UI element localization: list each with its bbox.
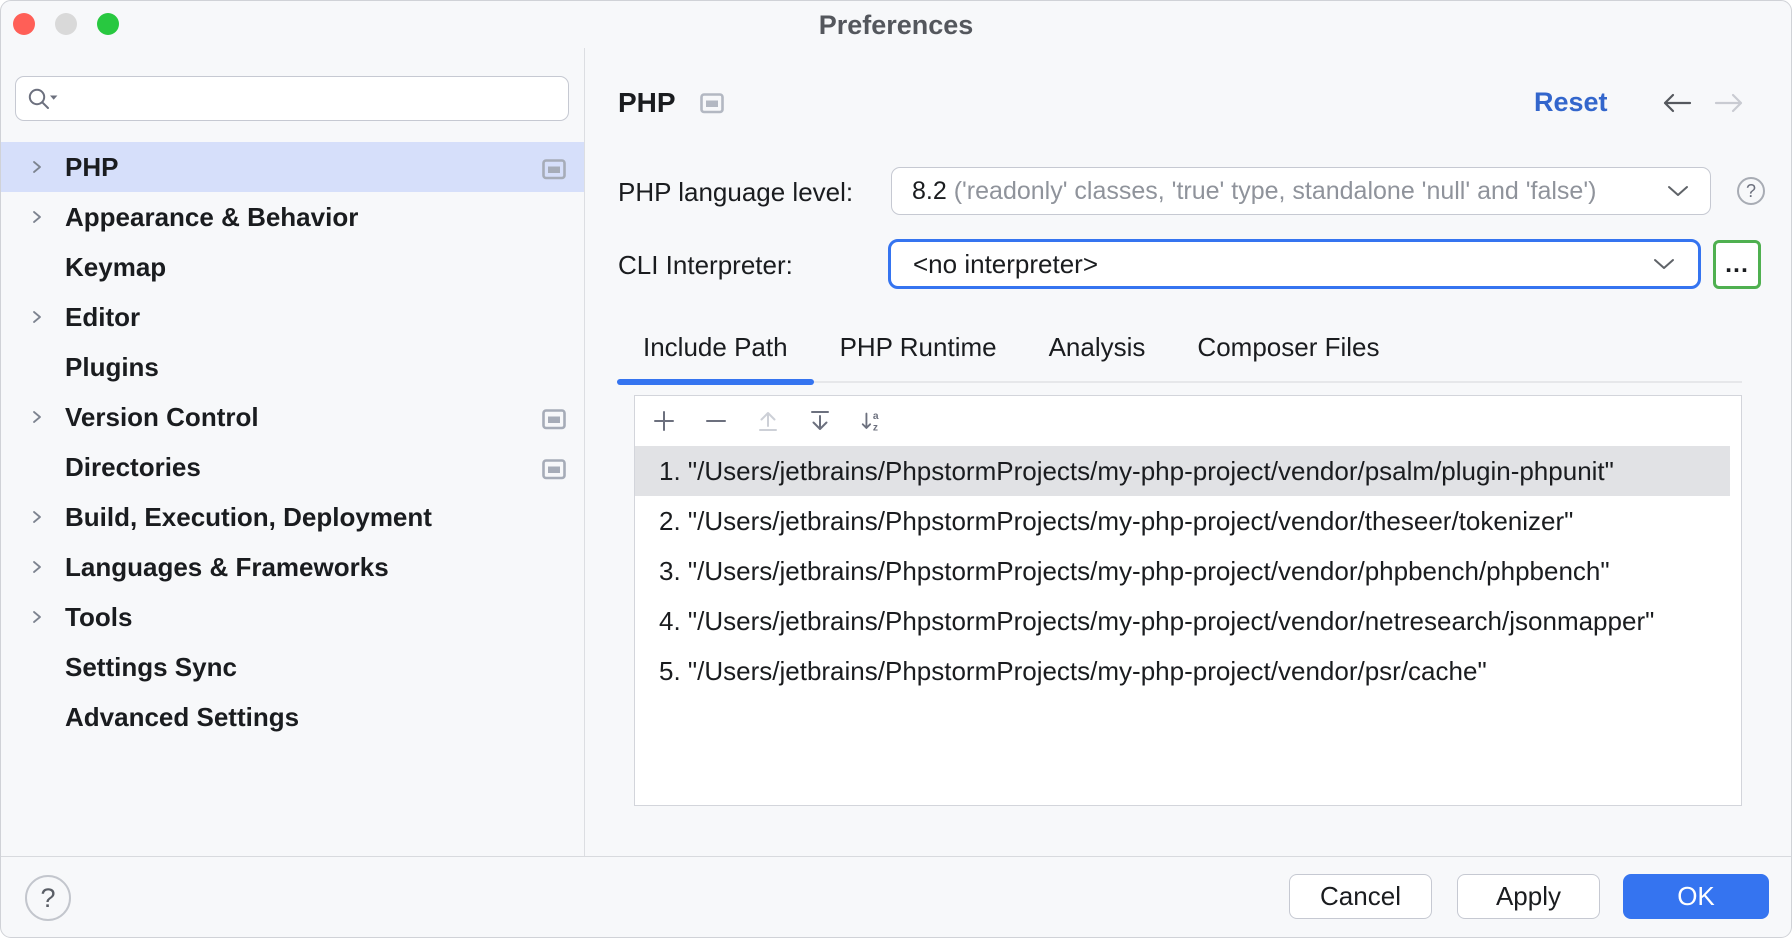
move-up-icon[interactable] bbox=[755, 408, 781, 434]
sidebar-item-advanced-settings[interactable]: Advanced Settings bbox=[1, 692, 584, 742]
chevron-right-icon[interactable] bbox=[29, 409, 65, 425]
sidebar-item-label: Plugins bbox=[65, 352, 159, 383]
remove-icon[interactable] bbox=[703, 408, 729, 434]
svg-text:a: a bbox=[873, 411, 879, 422]
sidebar-item-php[interactable]: PHP bbox=[1, 142, 584, 192]
chevron-right-icon[interactable] bbox=[29, 559, 65, 575]
sidebar-item-label: Directories bbox=[65, 452, 201, 483]
forward-arrow-icon[interactable] bbox=[1711, 90, 1747, 116]
question-mark-icon: ? bbox=[40, 883, 55, 914]
sidebar-item-editor[interactable]: Editor bbox=[1, 292, 584, 342]
sidebar-item-label: Advanced Settings bbox=[65, 702, 299, 733]
include-path-row[interactable]: 5. "/Users/jetbrains/PhpstormProjects/my… bbox=[635, 646, 1741, 696]
sidebar-item-label: Languages & Frameworks bbox=[65, 552, 389, 583]
help-button[interactable]: ? bbox=[25, 875, 71, 921]
sidebar-item-label: PHP bbox=[65, 152, 118, 183]
include-path-panel: a z 1. "/Users/jetbrains/PhpstormProject… bbox=[634, 395, 1742, 806]
sidebar-item-directories[interactable]: Directories bbox=[1, 442, 584, 492]
sidebar-item-label: Appearance & Behavior bbox=[65, 202, 358, 233]
sidebar-item-label: Version Control bbox=[65, 402, 259, 433]
screen-icon bbox=[542, 456, 566, 487]
reset-link[interactable]: Reset bbox=[1534, 87, 1608, 118]
sidebar-item-label: Settings Sync bbox=[65, 652, 237, 683]
language-level-label: PHP language level: bbox=[618, 177, 853, 208]
include-path-list: 1. "/Users/jetbrains/PhpstormProjects/my… bbox=[635, 446, 1741, 696]
include-path-row[interactable]: 1. "/Users/jetbrains/PhpstormProjects/my… bbox=[635, 446, 1730, 496]
chevron-right-icon[interactable] bbox=[29, 509, 65, 525]
include-path-row[interactable]: 2. "/Users/jetbrains/PhpstormProjects/my… bbox=[635, 496, 1741, 546]
sidebar-item-settings-sync[interactable]: Settings Sync bbox=[1, 642, 584, 692]
search-icon[interactable] bbox=[26, 85, 60, 113]
cli-interpreter-value: <no interpreter> bbox=[913, 249, 1098, 280]
add-icon[interactable] bbox=[651, 408, 677, 434]
sort-alphabetically-icon[interactable]: a z bbox=[859, 408, 885, 434]
preferences-dialog: Preferences PHP Appearance & Behavior Ke… bbox=[0, 0, 1792, 938]
chevron-right-icon[interactable] bbox=[29, 159, 65, 175]
include-path-row[interactable]: 4. "/Users/jetbrains/PhpstormProjects/my… bbox=[635, 596, 1741, 646]
screen-icon bbox=[542, 156, 566, 187]
ok-button[interactable]: OK bbox=[1623, 874, 1769, 919]
settings-tree: PHP Appearance & Behavior Keymap Editor … bbox=[1, 142, 584, 742]
screen-icon bbox=[700, 93, 724, 114]
cancel-button[interactable]: Cancel bbox=[1289, 874, 1432, 919]
chevron-down-icon bbox=[1652, 257, 1676, 271]
settings-search-input[interactable] bbox=[60, 84, 558, 114]
chevron-right-icon[interactable] bbox=[29, 609, 65, 625]
sidebar-item-tools[interactable]: Tools bbox=[1, 592, 584, 642]
cli-interpreter-select[interactable]: <no interpreter> bbox=[888, 239, 1701, 289]
back-arrow-icon[interactable] bbox=[1659, 90, 1695, 116]
tab-php-runtime[interactable]: PHP Runtime bbox=[814, 313, 1023, 381]
sidebar-item-label: Tools bbox=[65, 602, 132, 633]
sidebar-divider bbox=[584, 48, 585, 856]
cli-interpreter-label: CLI Interpreter: bbox=[618, 250, 793, 281]
chevron-down-icon bbox=[1666, 184, 1690, 198]
sidebar-item-languages-frameworks[interactable]: Languages & Frameworks bbox=[1, 542, 584, 592]
language-level-select[interactable]: 8.2 ('readonly' classes, 'true' type, st… bbox=[891, 167, 1711, 215]
language-level-description: ('readonly' classes, 'true' type, standa… bbox=[947, 177, 1666, 206]
chevron-right-icon[interactable] bbox=[29, 309, 65, 325]
browse-interpreters-button[interactable]: ... bbox=[1713, 240, 1761, 289]
php-settings-tabs: Include Path PHP Runtime Analysis Compos… bbox=[617, 313, 1742, 383]
sidebar-item-label: Build, Execution, Deployment bbox=[65, 502, 432, 533]
sidebar-item-version-control[interactable]: Version Control bbox=[1, 392, 584, 442]
include-path-row[interactable]: 3. "/Users/jetbrains/PhpstormProjects/my… bbox=[635, 546, 1741, 596]
titlebar: Preferences bbox=[1, 1, 1791, 48]
sidebar-item-label: Keymap bbox=[65, 252, 166, 283]
screen-icon bbox=[542, 406, 566, 437]
page-title: PHP bbox=[618, 87, 676, 119]
language-level-version: 8.2 bbox=[912, 177, 947, 206]
help-icon[interactable]: ? bbox=[1737, 177, 1765, 205]
tab-composer-files[interactable]: Composer Files bbox=[1171, 313, 1405, 381]
sidebar-item-keymap[interactable]: Keymap bbox=[1, 242, 584, 292]
tab-analysis[interactable]: Analysis bbox=[1023, 313, 1172, 381]
footer-divider bbox=[1, 856, 1791, 857]
tab-include-path[interactable]: Include Path bbox=[617, 313, 814, 381]
apply-button[interactable]: Apply bbox=[1457, 874, 1600, 919]
svg-text:z: z bbox=[873, 422, 878, 433]
sidebar-item-plugins[interactable]: Plugins bbox=[1, 342, 584, 392]
sidebar-item-build-execution-deployment[interactable]: Build, Execution, Deployment bbox=[1, 492, 584, 542]
sidebar-item-label: Editor bbox=[65, 302, 140, 333]
window-title: Preferences bbox=[1, 1, 1791, 48]
include-path-toolbar: a z bbox=[635, 396, 1741, 446]
chevron-right-icon[interactable] bbox=[29, 209, 65, 225]
settings-search-box[interactable] bbox=[15, 76, 569, 121]
sidebar-item-appearance-behavior[interactable]: Appearance & Behavior bbox=[1, 192, 584, 242]
move-down-icon[interactable] bbox=[807, 408, 833, 434]
